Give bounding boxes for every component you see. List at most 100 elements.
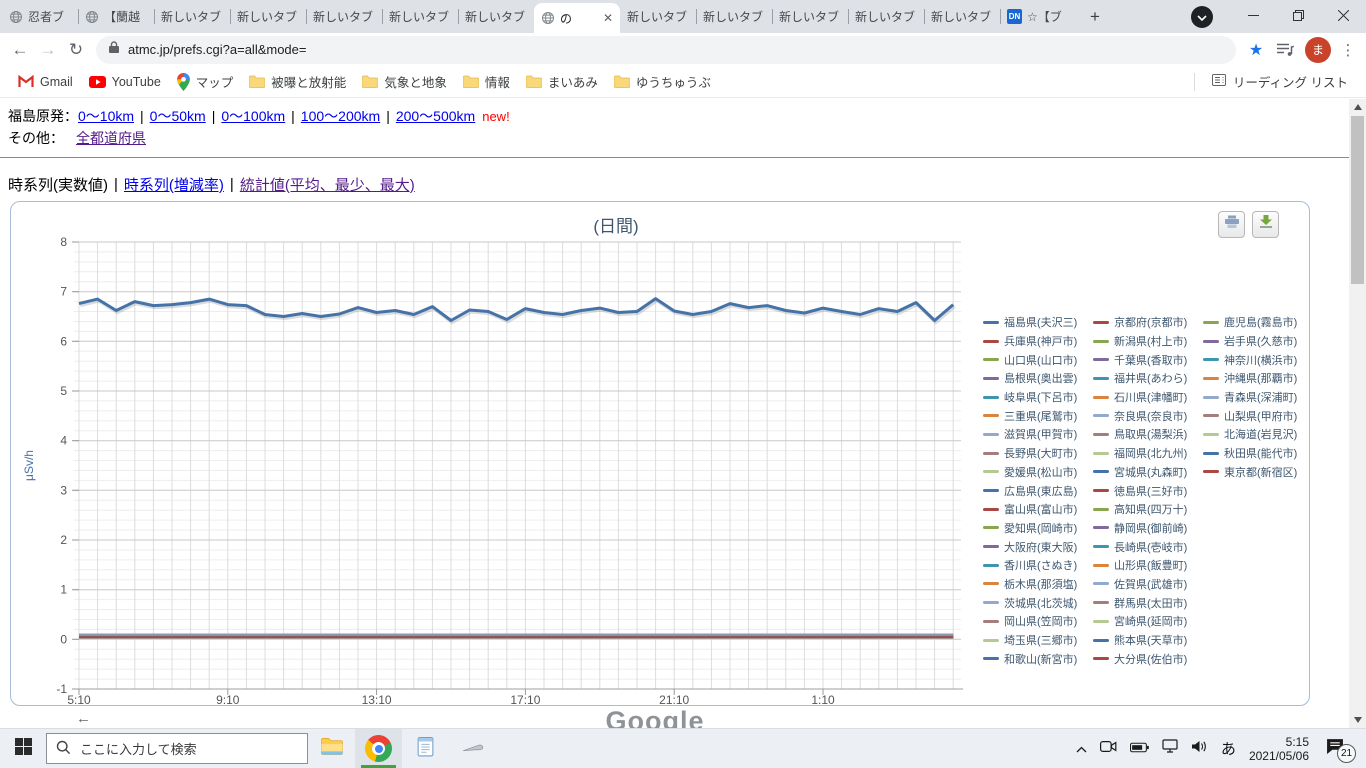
page-scrollbar[interactable] bbox=[1349, 99, 1366, 728]
browser-tab[interactable]: 新しいタブ bbox=[306, 0, 382, 33]
taskbar-clock[interactable]: 5:15 2021/05/06 bbox=[1249, 735, 1309, 763]
browser-tab[interactable]: 新しいタブ bbox=[924, 0, 1000, 33]
legend-item[interactable]: 石川県(津幡町) bbox=[1093, 388, 1203, 407]
restore-button[interactable] bbox=[1276, 0, 1321, 33]
taskbar-notepad-button[interactable] bbox=[402, 729, 449, 768]
legend-item[interactable]: 大分県(佐伯市) bbox=[1093, 649, 1203, 668]
legend-item[interactable]: 茨城県(北茨城) bbox=[983, 593, 1093, 612]
browser-tab[interactable]: 新しいタブ bbox=[154, 0, 230, 33]
speaker-icon[interactable] bbox=[1191, 740, 1208, 758]
network-icon[interactable] bbox=[1162, 739, 1178, 758]
browser-tab[interactable]: 新しいタブ bbox=[772, 0, 848, 33]
taskbar-explorer-button[interactable] bbox=[308, 729, 355, 768]
legend-item[interactable]: 青森県(深浦町) bbox=[1203, 388, 1313, 407]
legend-item[interactable]: 大阪府(東大阪) bbox=[983, 537, 1093, 556]
legend-item[interactable]: 長野県(大町市) bbox=[983, 444, 1093, 463]
browser-tab[interactable]: DN ☆【ブ bbox=[1000, 0, 1076, 33]
legend-item[interactable]: 長崎県(壱岐市) bbox=[1093, 537, 1203, 556]
profile-avatar[interactable]: ま bbox=[1305, 36, 1331, 63]
legend-item[interactable]: 鳥取県(湯梨浜) bbox=[1093, 425, 1203, 444]
view-tab-3[interactable]: 統計値(平均、最少、最大) bbox=[240, 174, 415, 195]
battery-icon[interactable] bbox=[1129, 740, 1149, 758]
browser-menu-icon[interactable]: ⋮ bbox=[1336, 41, 1360, 59]
legend-item[interactable]: 滋賀県(甲賀市) bbox=[983, 425, 1093, 444]
close-button[interactable] bbox=[1321, 0, 1366, 33]
new-tab-button[interactable]: + bbox=[1082, 4, 1108, 30]
bookmark-item[interactable]: 情報 bbox=[455, 69, 518, 94]
browser-tab[interactable]: 新しいタブ bbox=[696, 0, 772, 33]
back-button[interactable]: ← bbox=[6, 36, 34, 64]
legend-item[interactable]: 秋田県(能代市) bbox=[1203, 444, 1313, 463]
media-controls-icon[interactable] bbox=[1270, 41, 1300, 58]
bookmark-star-icon[interactable]: ★ bbox=[1242, 40, 1270, 60]
legend-item[interactable]: 埼玉県(三郷市) bbox=[983, 631, 1093, 650]
legend-item[interactable]: 群馬県(太田市) bbox=[1093, 593, 1203, 612]
legend-item[interactable]: 愛媛県(松山市) bbox=[983, 463, 1093, 482]
legend-item[interactable]: 兵庫県(神戸市) bbox=[983, 332, 1093, 351]
tray-chevron-icon[interactable] bbox=[1076, 740, 1087, 758]
legend-item[interactable]: 神奈川(横浜市) bbox=[1203, 350, 1313, 369]
legend-item[interactable]: 静岡県(御前崎) bbox=[1093, 519, 1203, 538]
legend-item[interactable]: 福井県(あわら) bbox=[1093, 369, 1203, 388]
taskbar-pen-button[interactable] bbox=[449, 729, 496, 768]
legend-item[interactable]: 三重県(尾鷲市) bbox=[983, 406, 1093, 425]
browser-tab[interactable]: 新しいタブ bbox=[848, 0, 924, 33]
scrollbar-up-arrow[interactable] bbox=[1349, 99, 1366, 115]
page-link[interactable]: 0〜10km bbox=[78, 106, 134, 126]
legend-item[interactable]: 岐阜県(下呂市) bbox=[983, 388, 1093, 407]
legend-item[interactable]: 徳島県(三好市) bbox=[1093, 481, 1203, 500]
legend-item[interactable]: 愛知県(岡崎市) bbox=[983, 519, 1093, 538]
legend-item[interactable]: 鹿児島(霧島市) bbox=[1203, 313, 1313, 332]
scrollbar-down-arrow[interactable] bbox=[1349, 712, 1366, 728]
legend-item[interactable]: 宮崎県(延岡市) bbox=[1093, 612, 1203, 631]
bookmark-item[interactable]: まいあみ bbox=[518, 69, 606, 94]
bookmark-item[interactable]: YouTube bbox=[81, 72, 169, 92]
legend-item[interactable]: 熊本県(天草市) bbox=[1093, 631, 1203, 650]
taskbar-chrome-button[interactable] bbox=[355, 729, 402, 768]
legend-item[interactable]: 佐賀県(武雄市) bbox=[1093, 575, 1203, 594]
meet-now-icon[interactable] bbox=[1099, 740, 1117, 758]
legend-item[interactable]: 東京都(新宿区) bbox=[1203, 463, 1313, 482]
legend-item[interactable]: 山梨県(甲府市) bbox=[1203, 406, 1313, 425]
scroll-left-arrow[interactable]: ← bbox=[76, 710, 91, 727]
legend-item[interactable]: 奈良県(奈良市) bbox=[1093, 406, 1203, 425]
view-tab-2[interactable]: 時系列(増減率) bbox=[124, 174, 224, 195]
reload-button[interactable]: ↻ bbox=[62, 36, 90, 64]
browser-tab[interactable]: 新しいタブ bbox=[620, 0, 696, 33]
legend-item[interactable]: 北海道(岩見沢) bbox=[1203, 425, 1313, 444]
legend-item[interactable]: 島根県(奥出雲) bbox=[983, 369, 1093, 388]
tab-search-button[interactable] bbox=[1191, 6, 1213, 28]
print-chart-button[interactable] bbox=[1218, 211, 1245, 238]
legend-item[interactable]: 山口県(山口市) bbox=[983, 350, 1093, 369]
bookmark-item[interactable]: 気象と地象 bbox=[354, 69, 455, 94]
browser-tab[interactable]: 新しいタブ bbox=[230, 0, 306, 33]
legend-item[interactable]: 新潟県(村上市) bbox=[1093, 332, 1203, 351]
page-link[interactable]: 全都道府県 bbox=[76, 128, 146, 148]
download-chart-button[interactable] bbox=[1252, 211, 1279, 238]
page-link[interactable]: 0〜50km bbox=[150, 106, 206, 126]
legend-item[interactable]: 京都府(京都市) bbox=[1093, 313, 1203, 332]
scrollbar-thumb[interactable] bbox=[1351, 116, 1364, 284]
legend-item[interactable]: 山形県(飯豊町) bbox=[1093, 556, 1203, 575]
tab-close-icon[interactable]: ✕ bbox=[603, 11, 613, 25]
bookmark-item[interactable]: 被曝と放射能 bbox=[241, 69, 354, 94]
bookmark-item[interactable]: ゆうちゅうぶ bbox=[606, 69, 719, 94]
browser-tab[interactable]: 忍者ブ bbox=[2, 0, 78, 33]
legend-item[interactable]: 岡山県(笠岡市) bbox=[983, 612, 1093, 631]
reading-list-button[interactable]: リーディング リスト bbox=[1203, 69, 1356, 94]
legend-item[interactable]: 福島県(夫沢三) bbox=[983, 313, 1093, 332]
legend-item[interactable]: 和歌山(新宮市) bbox=[983, 649, 1093, 668]
legend-item[interactable]: 千葉県(香取市) bbox=[1093, 350, 1203, 369]
minimize-button[interactable] bbox=[1231, 0, 1276, 33]
legend-item[interactable]: 栃木県(那須塩) bbox=[983, 575, 1093, 594]
taskbar-search-input[interactable]: ここに入力して検索 bbox=[46, 733, 308, 764]
legend-item[interactable]: 岩手県(久慈市) bbox=[1203, 332, 1313, 351]
browser-tab-active[interactable]: の ✕ bbox=[534, 3, 620, 33]
legend-item[interactable]: 香川県(さぬき) bbox=[983, 556, 1093, 575]
bookmark-item[interactable]: Gmail bbox=[10, 72, 81, 92]
legend-item[interactable]: 富山県(富山市) bbox=[983, 500, 1093, 519]
legend-item[interactable]: 宮城県(丸森町) bbox=[1093, 463, 1203, 482]
browser-tab[interactable]: 【蘭越 bbox=[78, 0, 154, 33]
legend-item[interactable]: 福岡県(北九州) bbox=[1093, 444, 1203, 463]
browser-tab[interactable]: 新しいタブ bbox=[382, 0, 458, 33]
